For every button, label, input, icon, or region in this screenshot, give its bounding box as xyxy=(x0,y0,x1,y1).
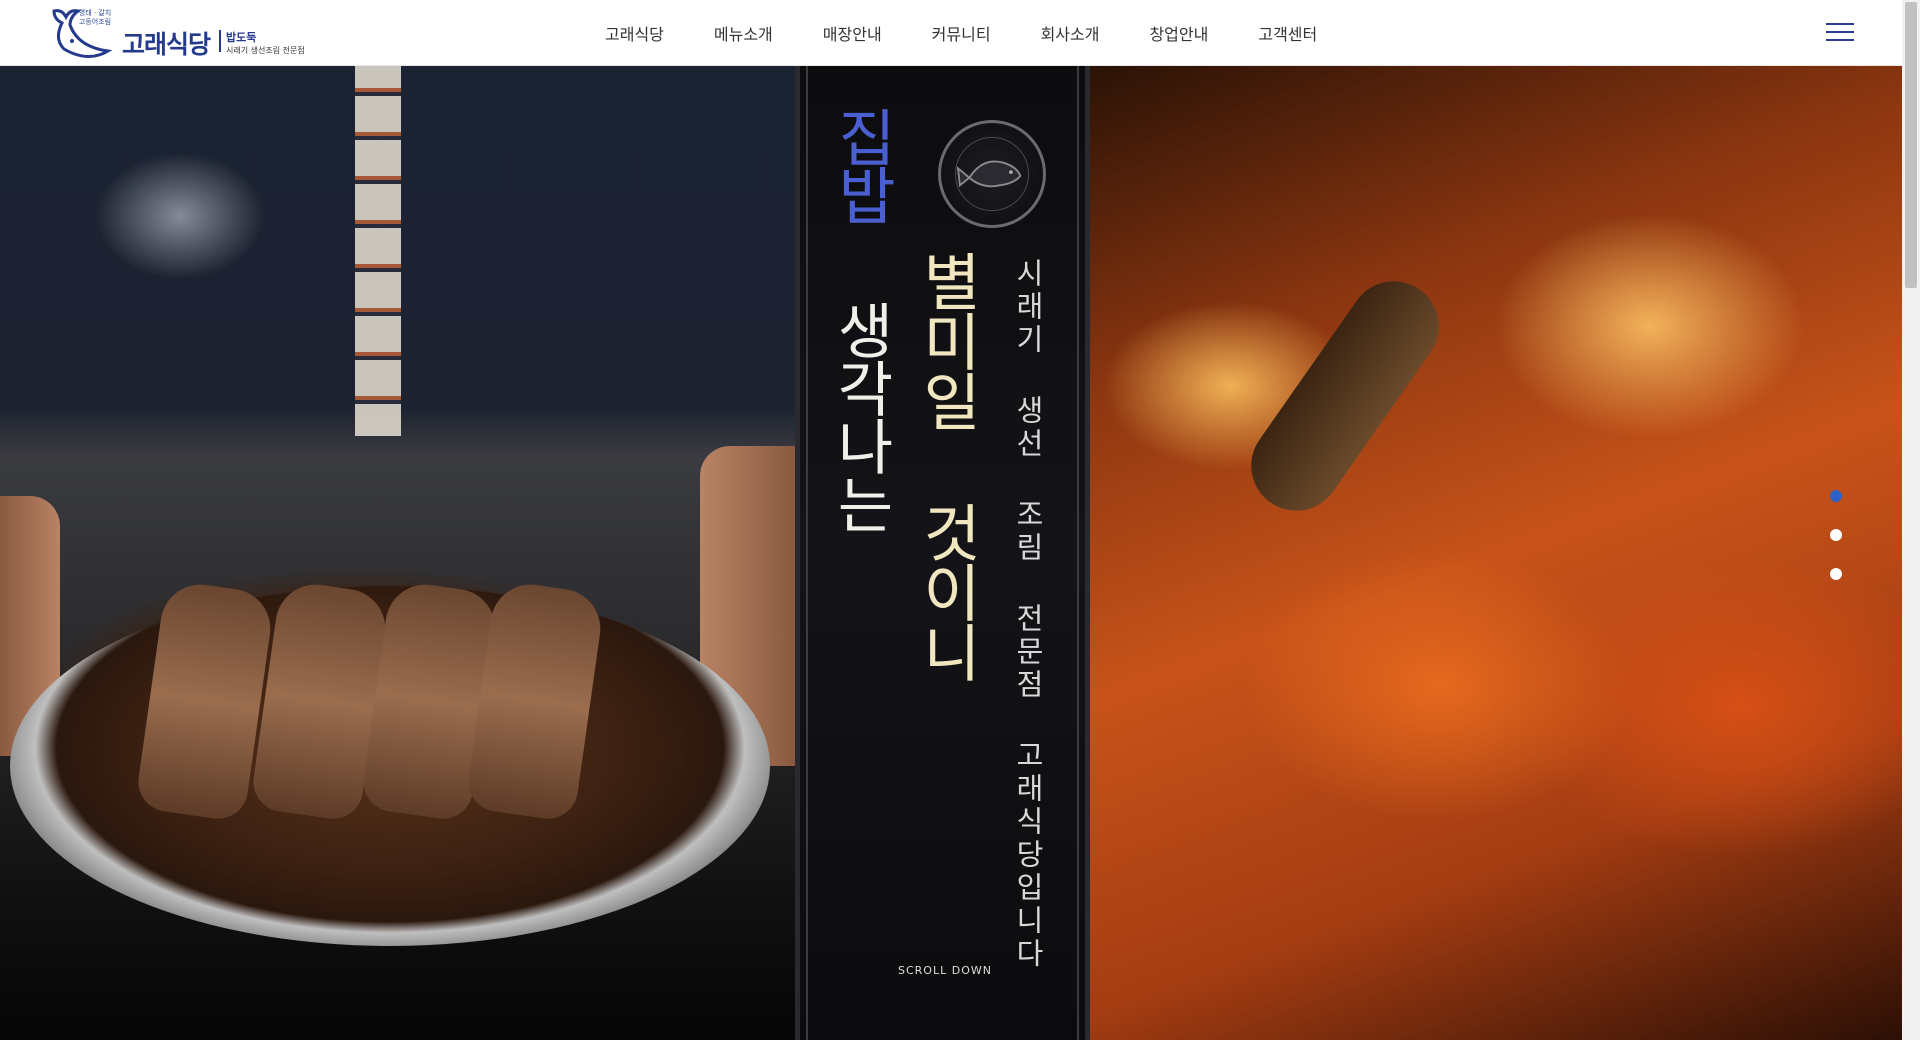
site-header: 명태 · 갈치 고등어조림 고래식당 밥도둑 시래기 생선조림 전문점 고래식당 … xyxy=(0,0,1902,66)
main-nav: 고래식당 메뉴소개 매장안내 커뮤니티 회사소개 창업안내 고객센터 xyxy=(580,0,1342,66)
apron-strap xyxy=(355,66,401,436)
slider-pagination xyxy=(1830,490,1846,607)
scroll-down-label[interactable]: SCROLL DOWN xyxy=(898,964,992,977)
nav-item-franchise[interactable]: 창업안내 xyxy=(1149,21,1208,45)
nav-item-gorae[interactable]: 고래식당 xyxy=(605,21,664,45)
slider-dot[interactable] xyxy=(1830,568,1842,580)
slider-dot[interactable] xyxy=(1830,490,1842,502)
page-scrollbar[interactable] xyxy=(1902,0,1920,1040)
fish-seal-icon xyxy=(938,120,1046,228)
logo-tag: 명태 · 갈치 고등어조림 xyxy=(78,9,112,26)
hero-image-right xyxy=(1090,66,1902,1040)
hero-tagline: 시래기 생선 조림 전문점 고래식당입니다 xyxy=(1011,258,1045,971)
hamburger-icon[interactable] xyxy=(1826,23,1854,41)
scrollbar-thumb[interactable] xyxy=(1905,2,1917,288)
site-logo[interactable]: 명태 · 갈치 고등어조림 고래식당 밥도둑 시래기 생선조림 전문점 xyxy=(48,5,308,61)
nav-item-support[interactable]: 고객센터 xyxy=(1258,21,1317,45)
logo-divider xyxy=(219,30,221,52)
logo-brand: 고래식당 xyxy=(122,30,211,59)
nav-item-stores[interactable]: 매장안내 xyxy=(823,21,882,45)
logo-subtext: 시래기 생선조림 전문점 xyxy=(226,46,305,55)
headline-white: 생각나는 xyxy=(825,300,895,532)
slider-dot[interactable] xyxy=(1830,529,1842,541)
nav-item-community[interactable]: 커뮤니티 xyxy=(932,21,991,45)
nav-item-menu[interactable]: 메뉴소개 xyxy=(714,21,773,45)
headline-blue: 집밥 xyxy=(825,106,898,222)
nav-item-company[interactable]: 회사소개 xyxy=(1041,21,1100,45)
headline-gold: 별미일 것이니 xyxy=(910,250,983,681)
hero-image-left xyxy=(0,66,795,1040)
logo-subtitle: 밥도둑 xyxy=(226,31,257,44)
